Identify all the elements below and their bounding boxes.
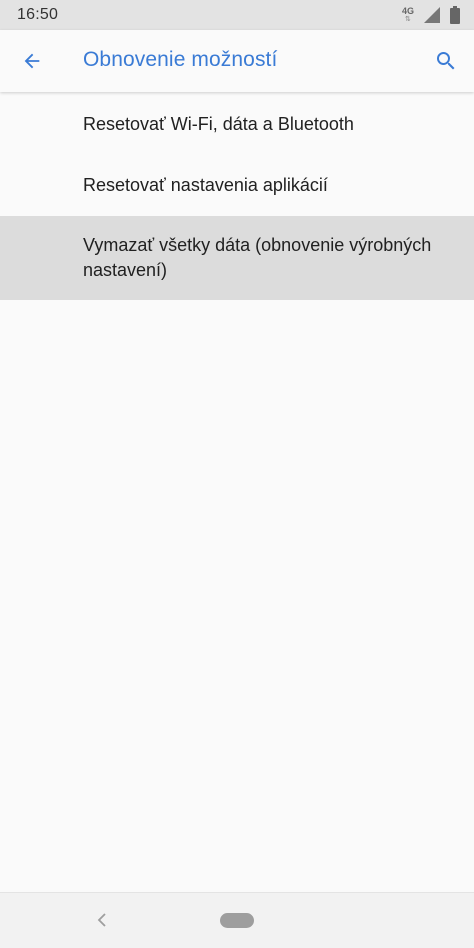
option-label: Resetovať nastavenia aplikácií: [83, 174, 328, 195]
nav-back-button[interactable]: [90, 907, 114, 933]
option-reset-wifi-data-bluetooth[interactable]: Resetovať Wi-Fi, dáta a Bluetooth: [0, 92, 474, 154]
page-title: Obnovenie možností: [83, 48, 278, 71]
app-bar: Obnovenie možností: [0, 30, 474, 92]
system-nav-bar: [0, 892, 474, 948]
network-activity-arrows-icon: ⇅: [405, 16, 411, 23]
status-icons: 4G ⇅: [402, 5, 460, 25]
search-button[interactable]: [428, 43, 464, 79]
status-bar: 16:50 4G ⇅: [0, 0, 474, 30]
status-time: 16:50: [17, 6, 59, 23]
option-label: Vymazať všetky dáta (obnovenie výrobných…: [83, 235, 432, 280]
nav-home-pill[interactable]: [220, 913, 254, 928]
arrow-left-icon: [24, 53, 40, 69]
nav-back-icon: [97, 913, 106, 927]
network-type-label: 4G: [401, 6, 414, 16]
back-button[interactable]: [14, 43, 50, 79]
option-label: Resetovať Wi-Fi, dáta a Bluetooth: [83, 113, 354, 134]
screen: 16:50 4G ⇅ Obnovenie možností Resetovať …: [0, 0, 474, 948]
network-4g-icon: 4G ⇅: [401, 6, 414, 24]
option-reset-app-preferences[interactable]: Resetovať nastavenia aplikácií: [0, 154, 474, 216]
option-factory-reset[interactable]: Vymazať všetky dáta (obnovenie výrobných…: [0, 216, 474, 300]
search-icon: [437, 52, 455, 70]
battery-icon: [450, 6, 460, 24]
signal-icon: [424, 7, 440, 23]
reset-options-list: Resetovať Wi-Fi, dáta a Bluetooth Reseto…: [0, 92, 474, 300]
